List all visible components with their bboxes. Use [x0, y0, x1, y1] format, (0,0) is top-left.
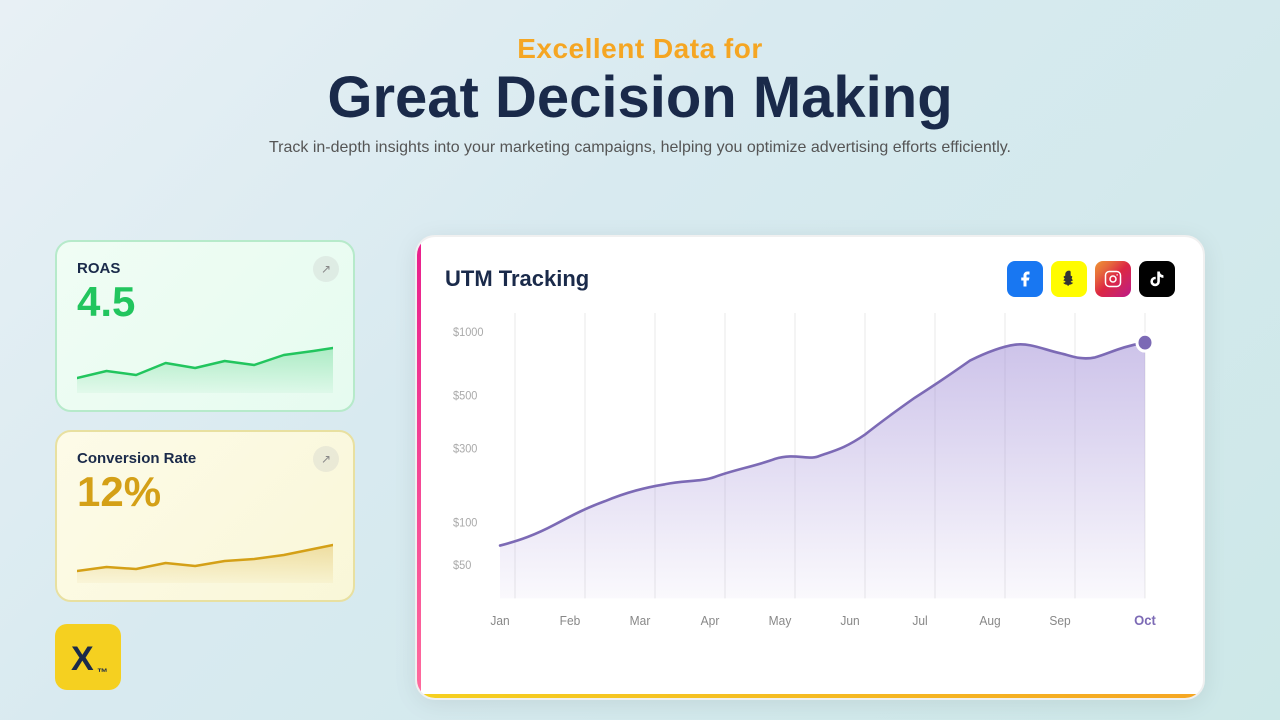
facebook-icon[interactable] — [1007, 261, 1043, 297]
header-description: Track in-depth insights into your market… — [0, 139, 1280, 157]
roas-value: 4.5 — [77, 279, 333, 325]
roas-sparkline — [77, 333, 333, 393]
header-subtitle: Excellent Data for — [0, 32, 1280, 66]
conversion-value: 12% — [77, 469, 333, 515]
svg-text:Mar: Mar — [630, 614, 651, 628]
left-cards: ↗ ROAS 4.5 ↗ Conversion Rate 12% — [55, 240, 355, 602]
roas-card: ↗ ROAS 4.5 — [55, 240, 355, 412]
utm-chart-card: UTM Tracking — [415, 235, 1205, 700]
brand-logo: X ™ — [55, 624, 121, 690]
svg-text:Aug: Aug — [979, 614, 1000, 628]
roas-label: ROAS — [77, 260, 333, 277]
svg-text:X: X — [71, 640, 94, 678]
svg-text:May: May — [769, 614, 792, 628]
conversion-sparkline — [77, 523, 333, 583]
snapchat-icon[interactable] — [1051, 261, 1087, 297]
svg-text:$100: $100 — [453, 517, 477, 529]
social-icons-group — [1007, 261, 1175, 297]
svg-text:Apr: Apr — [701, 614, 720, 628]
svg-text:Jan: Jan — [490, 614, 509, 628]
svg-text:Sep: Sep — [1049, 614, 1070, 628]
svg-text:$1000: $1000 — [453, 327, 484, 339]
svg-text:Jun: Jun — [840, 614, 859, 628]
conversion-label: Conversion Rate — [77, 450, 333, 467]
svg-text:™: ™ — [97, 667, 108, 679]
page-header: Excellent Data for Great Decision Making… — [0, 0, 1280, 175]
chart-header: UTM Tracking — [445, 261, 1175, 297]
tiktok-icon[interactable] — [1139, 261, 1175, 297]
utm-chart-svg: $1000 $500 $300 $100 $50 Jan Feb — [445, 313, 1175, 683]
svg-text:Jul: Jul — [912, 614, 927, 628]
chart-title: UTM Tracking — [445, 266, 589, 292]
logo-svg: X ™ — [63, 632, 113, 682]
svg-text:Feb: Feb — [560, 614, 581, 628]
svg-text:Oct: Oct — [1134, 613, 1156, 628]
svg-text:$300: $300 — [453, 443, 477, 455]
svg-text:$500: $500 — [453, 390, 477, 402]
conversion-card: ↗ Conversion Rate 12% — [55, 430, 355, 602]
header-title: Great Decision Making — [0, 66, 1280, 130]
instagram-icon[interactable] — [1095, 261, 1131, 297]
svg-text:$50: $50 — [453, 560, 471, 572]
chart-area: $1000 $500 $300 $100 $50 Jan Feb — [445, 313, 1175, 683]
roas-arrow-button[interactable]: ↗ — [313, 256, 339, 282]
conversion-arrow-button[interactable]: ↗ — [313, 446, 339, 472]
